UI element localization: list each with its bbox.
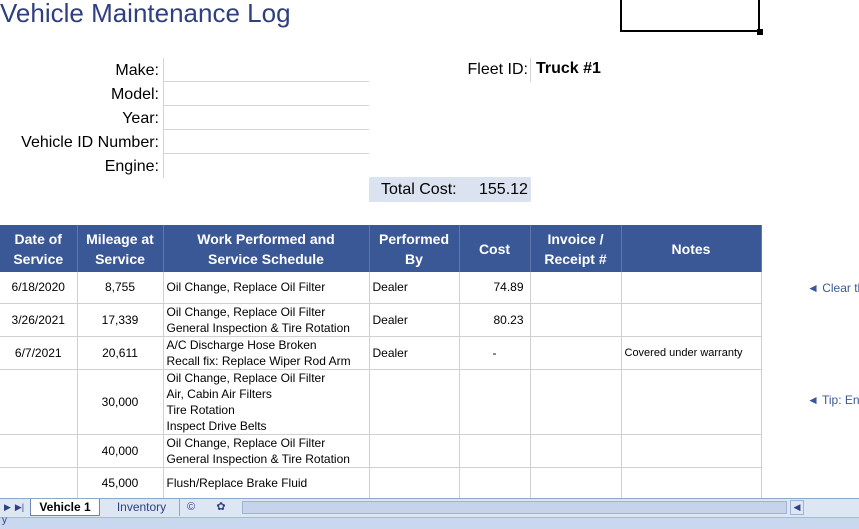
scroll-tabs-last-icon[interactable]: ▶|: [14, 500, 25, 515]
cost-cell[interactable]: [459, 434, 531, 468]
copyright-tab[interactable]: ©: [184, 500, 198, 515]
table-row: 6/18/2020 8,755 Oil Change, Replace Oil …: [0, 272, 762, 304]
notes-cell[interactable]: [621, 303, 762, 337]
table-row: 6/7/2021 20,611 A/C Discharge Hose Broke…: [0, 336, 762, 370]
year-field[interactable]: [163, 106, 369, 130]
invoice-cell[interactable]: [530, 303, 622, 337]
page-title: Vehicle Maintenance Log: [0, 0, 291, 28]
table-row: 40,000 Oil Change, Replace Oil Filter Gen…: [0, 434, 762, 468]
column-header-work[interactable]: Work Performed and Service Schedule: [163, 225, 370, 272]
column-header-cost[interactable]: Cost: [459, 225, 531, 272]
engine-label: Engine:: [104, 158, 159, 175]
make-label: Make:: [115, 62, 159, 79]
cost-cell[interactable]: 80.23: [459, 303, 531, 337]
performed-by-cell[interactable]: [369, 434, 460, 468]
vin-field[interactable]: [163, 130, 369, 154]
work-cell[interactable]: A/C Discharge Hose Broken Recall fix: Rep…: [163, 336, 370, 370]
selection-handle[interactable]: [757, 29, 763, 35]
work-cell[interactable]: Flush/Replace Brake Fluid: [163, 467, 370, 500]
column-header-date[interactable]: Date of Service: [0, 225, 78, 272]
total-cost-label: Total Cost:: [381, 181, 457, 198]
performed-by-cell[interactable]: [369, 369, 460, 435]
tab-inventory[interactable]: Inventory: [104, 499, 180, 516]
date-cell[interactable]: [0, 467, 78, 500]
notes-cell[interactable]: [621, 467, 762, 500]
maintenance-table: Date of Service Mileage at Service Work Pe…: [0, 225, 762, 500]
fleet-id-value[interactable]: Truck #1: [536, 60, 601, 78]
status-bar: y: [0, 515, 859, 529]
performed-by-cell[interactable]: [369, 467, 460, 500]
invoice-cell[interactable]: [530, 467, 622, 500]
invoice-cell[interactable]: [530, 369, 622, 435]
column-header-invoice[interactable]: Invoice / Receipt #: [530, 225, 622, 272]
notes-cell[interactable]: [621, 369, 762, 435]
mileage-cell[interactable]: 40,000: [77, 434, 164, 468]
status-ready-text: y: [2, 515, 7, 526]
horizontal-scrollbar[interactable]: [242, 501, 787, 514]
vin-label: Vehicle ID Number:: [21, 134, 159, 151]
insert-sheet-icon[interactable]: ✿: [214, 500, 228, 515]
invoice-cell[interactable]: [530, 336, 622, 370]
fleet-id-label: Fleet ID:: [467, 61, 528, 78]
tab-vehicle-1[interactable]: Vehicle 1: [30, 499, 100, 516]
date-cell[interactable]: 6/7/2021: [0, 336, 78, 370]
fleet-id-divider: [530, 58, 531, 82]
engine-field[interactable]: [163, 154, 369, 178]
date-cell[interactable]: 6/18/2020: [0, 272, 78, 304]
scroll-tabs-right-icon[interactable]: ▶: [2, 500, 13, 515]
performed-by-cell[interactable]: Dealer: [369, 272, 460, 304]
mileage-cell[interactable]: 45,000: [77, 467, 164, 500]
cost-cell[interactable]: -: [459, 336, 531, 370]
work-cell[interactable]: Oil Change, Replace Oil Filter Air, Cabin…: [163, 369, 370, 435]
date-cell[interactable]: [0, 369, 78, 435]
notes-cell[interactable]: [621, 434, 762, 468]
column-header-notes[interactable]: Notes: [621, 225, 762, 272]
total-cost-value[interactable]: 155.12: [479, 181, 528, 199]
tip-note: ◄ Tip: En: [807, 393, 859, 407]
invoice-cell[interactable]: [530, 434, 622, 468]
invoice-cell[interactable]: [530, 272, 622, 304]
column-header-performed-by[interactable]: Performed By: [369, 225, 460, 272]
date-cell[interactable]: 3/26/2021: [0, 303, 78, 337]
performed-by-cell[interactable]: Dealer: [369, 303, 460, 337]
table-row: 30,000 Oil Change, Replace Oil Filter Air…: [0, 369, 762, 435]
table-row: 45,000 Flush/Replace Brake Fluid: [0, 467, 762, 500]
make-field[interactable]: [163, 58, 369, 82]
work-cell[interactable]: Oil Change, Replace Oil Filter General In…: [163, 303, 370, 337]
table-header-row: Date of Service Mileage at Service Work Pe…: [0, 225, 762, 272]
work-cell[interactable]: Oil Change, Replace Oil Filter General In…: [163, 434, 370, 468]
sheet-tab-bar: ▶ ▶| Vehicle 1 Inventory © ✿ ◀: [0, 498, 859, 517]
notes-cell[interactable]: [621, 272, 762, 304]
clear-table-link[interactable]: ◄ Clear th: [807, 281, 859, 295]
mileage-cell[interactable]: 30,000: [77, 369, 164, 435]
logo-placeholder-box[interactable]: [620, 0, 760, 32]
year-label: Year:: [122, 110, 159, 127]
model-field[interactable]: [163, 82, 369, 106]
cost-cell[interactable]: [459, 369, 531, 435]
column-header-mileage[interactable]: Mileage at Service: [77, 225, 164, 272]
mileage-cell[interactable]: 20,611: [77, 336, 164, 370]
date-cell[interactable]: [0, 434, 78, 468]
work-cell[interactable]: Oil Change, Replace Oil Filter: [163, 272, 370, 304]
notes-cell[interactable]: Covered under warranty: [621, 336, 762, 370]
model-label: Model:: [110, 86, 159, 103]
mileage-cell[interactable]: 17,339: [77, 303, 164, 337]
cost-cell[interactable]: 74.89: [459, 272, 531, 304]
scroll-left-icon[interactable]: ◀: [790, 500, 804, 515]
cost-cell[interactable]: [459, 467, 531, 500]
performed-by-cell[interactable]: Dealer: [369, 336, 460, 370]
mileage-cell[interactable]: 8,755: [77, 272, 164, 304]
table-row: 3/26/2021 17,339 Oil Change, Replace Oil…: [0, 303, 762, 337]
